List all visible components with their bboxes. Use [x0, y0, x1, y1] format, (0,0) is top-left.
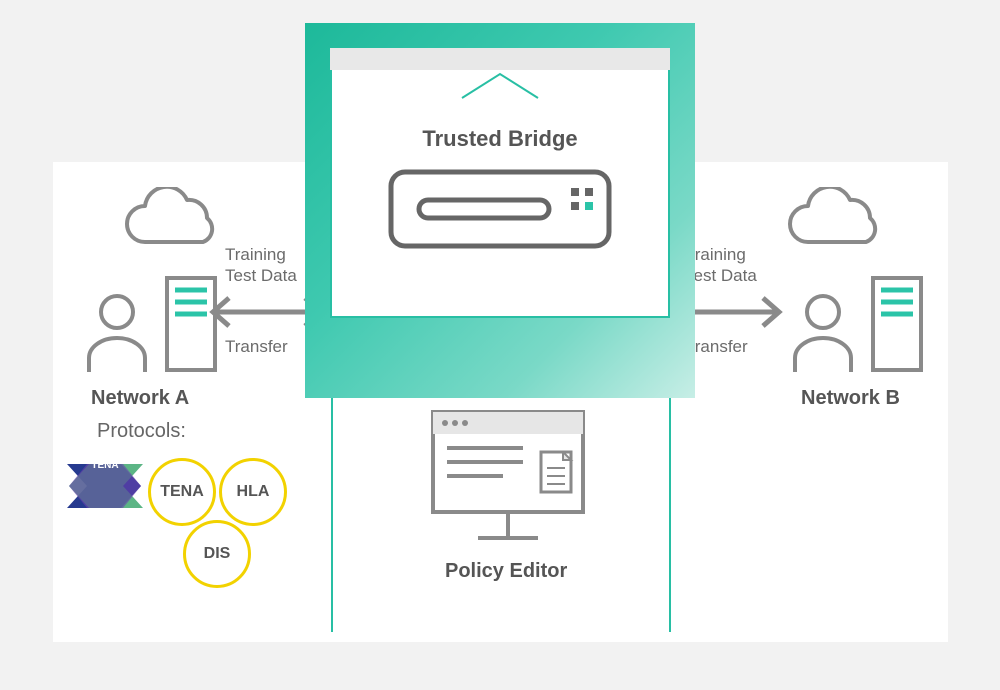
cloud-icon: [115, 187, 225, 257]
protocol-tena: TENA: [148, 458, 216, 526]
diagram-stage: Network A Protocols: TENA HLA DIS TENA T…: [0, 0, 1000, 690]
protocol-dis: DIS: [183, 520, 251, 588]
protocol-hla: HLA: [219, 458, 287, 526]
arrow-label: Test Data: [225, 265, 297, 286]
transfer-arrow-right: Training Test Data Transfer: [683, 244, 823, 354]
trusted-bridge-panel: Trusted Bridge: [330, 48, 670, 318]
arrow-label: Training: [685, 244, 757, 265]
protocols-label: Protocols:: [97, 420, 186, 443]
svg-text:TENA: TENA: [91, 460, 118, 471]
arrow-label: Transfer: [225, 336, 288, 357]
bridge-top-strip: [330, 48, 670, 70]
network-a-label: Network A: [91, 387, 189, 410]
tena-logo-icon: TENA: [61, 450, 149, 522]
bridge-peak-icon: [460, 70, 540, 100]
policy-editor-icon: [423, 402, 593, 552]
arrow-label: Test Data: [685, 265, 757, 286]
bridge-device-icon: [385, 166, 615, 256]
arrow-label: Training: [225, 244, 297, 265]
network-b-label: Network B: [801, 387, 900, 410]
policy-editor-label: Policy Editor: [445, 560, 567, 583]
trusted-bridge-title: Trusted Bridge: [330, 126, 670, 152]
